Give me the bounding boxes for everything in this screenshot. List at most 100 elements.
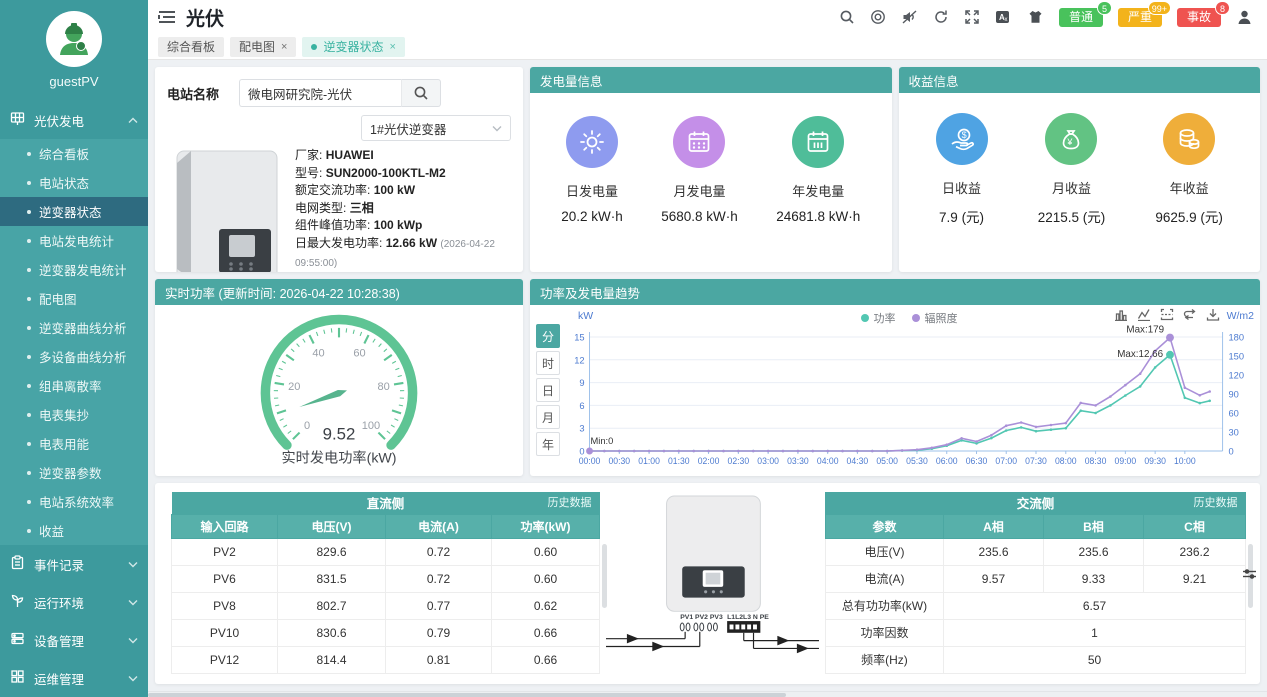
sidebar-subitem-电表集抄[interactable]: 电表集抄 (0, 400, 148, 429)
bullet-icon (27, 210, 31, 214)
sidebar-subitem-label: 组串离散率 (39, 376, 102, 395)
svg-text:0: 0 (304, 420, 310, 432)
detail-value: 三相 (350, 201, 374, 215)
translate-icon[interactable]: Ax (995, 9, 1012, 25)
sidebar-subitem-多设备曲线分析[interactable]: 多设备曲线分析 (0, 342, 148, 371)
trend-chart-svg: 03691215030609012015018000:0000:3001:000… (562, 323, 1256, 473)
trend-panel-title: 功率及发电量趋势 (530, 279, 1260, 305)
detail-label: 日最大发电功率: (295, 236, 382, 250)
table-row: PV8802.70.770.62 (172, 592, 600, 619)
active-tab-dot (311, 44, 317, 50)
alarm-button-严重[interactable]: 严重99+ (1118, 8, 1162, 27)
username: guestPV (0, 74, 148, 89)
ac_table-history-link[interactable]: 历史数据 (1194, 492, 1238, 514)
time-tab-时[interactable]: 时 (536, 351, 560, 375)
time-tab-分[interactable]: 分 (536, 324, 560, 348)
sidebar-subitem-配电图[interactable]: 配电图 (0, 284, 148, 313)
chevron-up-icon (128, 113, 138, 127)
svg-text:15: 15 (574, 331, 584, 342)
sidebar-subitem-label: 逆变器参数 (39, 463, 102, 482)
time-tab-日[interactable]: 日 (536, 378, 560, 402)
restore-icon[interactable] (1183, 308, 1197, 321)
collapse-menu-icon[interactable] (158, 10, 176, 24)
close-icon[interactable]: × (389, 41, 395, 53)
alarm-button-普通[interactable]: 普通5 (1059, 8, 1103, 27)
download-icon[interactable] (1206, 308, 1220, 321)
table-cell: 电流(A) (825, 565, 943, 592)
target-icon[interactable] (870, 9, 886, 25)
theme-icon[interactable] (1027, 9, 1044, 25)
station-name-label: 电站名称 (167, 84, 239, 103)
vertical-scrollbar-thumb[interactable] (602, 544, 607, 608)
revenue-stat-日收益: $日收益7.9 (元) (936, 113, 988, 226)
refresh-icon[interactable] (933, 9, 949, 25)
user-icon[interactable] (1236, 9, 1253, 26)
bullet-icon (27, 442, 31, 446)
ac_table-title-cell: 交流侧历史数据 (825, 492, 1245, 514)
sidebar-subitem-电表用能[interactable]: 电表用能 (0, 429, 148, 458)
close-icon[interactable]: × (281, 41, 287, 53)
bar-chart-icon[interactable] (1114, 308, 1128, 321)
sidebar-item-事件记录[interactable]: 事件记录 (0, 545, 148, 583)
sidebar-subitem-逆变器发电统计[interactable]: 逆变器发电统计 (0, 255, 148, 284)
sidebar-subitem-电站发电统计[interactable]: 电站发电统计 (0, 226, 148, 255)
fullscreen-icon[interactable] (964, 9, 980, 25)
svg-text:90: 90 (1228, 388, 1238, 399)
search-icon[interactable] (839, 9, 855, 25)
sidebar-item-运行环境[interactable]: 运行环境 (0, 583, 148, 621)
submenu-光伏发电: 综合看板电站状态逆变器状态电站发电统计逆变器发电统计配电图逆变器曲线分析多设备曲… (0, 139, 148, 545)
horizontal-scrollbar-thumb[interactable] (148, 693, 786, 697)
sidebar-subitem-综合看板[interactable]: 综合看板 (0, 139, 148, 168)
dc_table-history-link[interactable]: 历史数据 (548, 492, 592, 514)
inverter-select[interactable]: 1#光伏逆变器 (361, 115, 511, 141)
stat-value: 9625.9 (元) (1155, 206, 1223, 226)
sidebar-subitem-收益[interactable]: 收益 (0, 516, 148, 545)
sidebar-subitem-label: 电站状态 (39, 173, 89, 192)
sidebar-subitem-逆变器曲线分析[interactable]: 逆变器曲线分析 (0, 313, 148, 342)
sidebar-item-设备管理[interactable]: 设备管理 (0, 621, 148, 659)
tab-逆变器状态[interactable]: 逆变器状态× (302, 37, 404, 57)
topbar: 光伏 Ax普通5严重99+事故8 (148, 0, 1267, 34)
table-cell: 9.21 (1143, 565, 1245, 592)
stat-value: 24681.8 kW·h (776, 209, 860, 224)
line-chart-icon[interactable] (1137, 308, 1151, 321)
horizontal-scrollbar[interactable] (148, 691, 1267, 697)
alarm-button-事故[interactable]: 事故8 (1177, 8, 1221, 27)
stat-label: 日发电量 (561, 181, 623, 200)
sidebar-subitem-电站状态[interactable]: 电站状态 (0, 168, 148, 197)
sidebar-item-光伏发电[interactable]: 光伏发电 (0, 101, 148, 139)
sidebar-subitem-逆变器参数[interactable]: 逆变器参数 (0, 458, 148, 487)
station-name-input[interactable] (239, 79, 401, 107)
sidebar-subitem-电站系统效率[interactable]: 电站系统效率 (0, 487, 148, 516)
time-tab-月[interactable]: 月 (536, 405, 560, 429)
table-cell: 0.62 (492, 592, 600, 619)
svg-text:80: 80 (378, 381, 390, 393)
alarm-count-badge: 8 (1215, 1, 1230, 15)
table-row: 电压(V)235.6235.6236.2 (825, 538, 1245, 565)
sidebar-subitem-组串离散率[interactable]: 组串离散率 (0, 371, 148, 400)
stat-value: 7.9 (元) (936, 206, 988, 226)
table-cell: 9.33 (1043, 565, 1143, 592)
column-settings-handle[interactable] (1242, 567, 1257, 584)
sidebar-user-block: guestPV (0, 0, 148, 95)
station-search-button[interactable] (401, 79, 441, 107)
mute-icon[interactable] (901, 9, 918, 25)
table-cell: 0.60 (492, 538, 600, 565)
sidebar-item-运维管理[interactable]: 运维管理 (0, 659, 148, 697)
calendar-month-icon (673, 116, 725, 168)
detail-label: 型号: (295, 166, 322, 180)
dc_table-table: 直流侧历史数据输入回路电压(V)电流(A)功率(kW)PV2829.60.720… (171, 492, 600, 674)
hand-coin-icon: $ (936, 113, 988, 165)
zoom-box-icon[interactable] (1160, 308, 1174, 321)
tab-综合看板[interactable]: 综合看板 (158, 37, 224, 57)
detail-label: 额定交流功率: (295, 183, 370, 197)
time-tab-年[interactable]: 年 (536, 432, 560, 456)
sidebar-subitem-逆变器状态[interactable]: 逆变器状态 (0, 197, 148, 226)
bullet-icon (27, 297, 31, 301)
sidebar-subitem-label: 电站系统效率 (39, 492, 114, 511)
generation-panel: 发电量信息 日发电量20.2 kW·h月发电量5680.8 kW·h年发电量24… (530, 67, 892, 272)
avatar[interactable] (46, 11, 102, 67)
row-overview: 电站名称 1#光伏逆变器 厂家: HUAWEI型号: SUN2000-100KT… (155, 67, 1260, 272)
stat-label: 年发电量 (776, 181, 860, 200)
tab-配电图[interactable]: 配电图× (230, 37, 296, 57)
